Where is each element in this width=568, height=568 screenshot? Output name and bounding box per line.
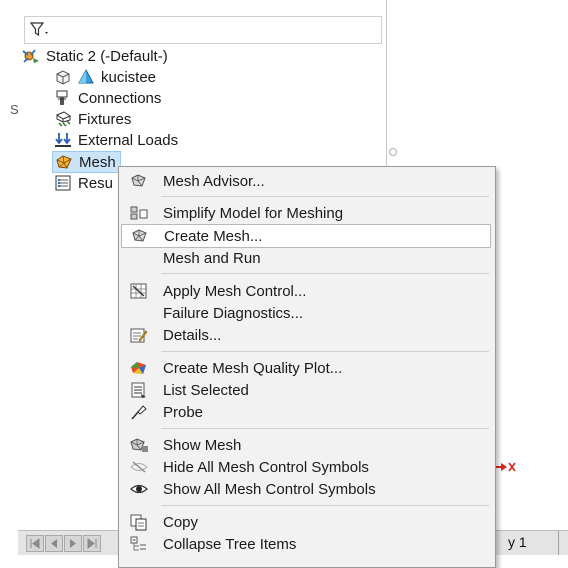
menu-separator [161, 273, 489, 274]
menu-item-label: Apply Mesh Control... [163, 282, 307, 300]
tree-root-study[interactable]: Static 2 (-Default-) [22, 46, 168, 66]
tree-item-external-loads[interactable]: External Loads [54, 130, 178, 150]
first-sheet-button[interactable] [26, 535, 44, 552]
menu-item-label: Details... [163, 326, 222, 344]
last-sheet-button[interactable] [83, 535, 101, 552]
mesh-icon [56, 155, 72, 169]
menu-item-show-symbols[interactable]: Show All Mesh Control Symbols [121, 478, 491, 500]
list-selected-icon [131, 382, 146, 398]
mesh-context-menu: Mesh Advisor... Simplify Model for Meshi… [118, 166, 496, 568]
next-sheet-button[interactable] [64, 535, 82, 552]
mesh-quality-plot-icon [131, 362, 146, 374]
tree-root-label: Static 2 (-Default-) [46, 47, 168, 65]
prev-icon [51, 539, 57, 548]
tree-item-label: External Loads [78, 131, 179, 149]
tree-filter-bar[interactable] [24, 16, 382, 44]
mesh-advisor-icon [131, 174, 146, 187]
menu-item-mesh-quality-plot[interactable]: Create Mesh Quality Plot... [121, 357, 491, 379]
tree-item-label: Mesh [79, 153, 116, 171]
collapse-tree-icon [130, 536, 146, 551]
tree-item-kucistee[interactable]: kucistee [54, 67, 156, 87]
show-mesh-icon [130, 438, 148, 452]
menu-separator [161, 505, 489, 506]
menu-item-label: Probe [163, 403, 204, 421]
study-icon [22, 49, 39, 63]
menu-item-failure-diagnostics[interactable]: Failure Diagnostics... [121, 302, 491, 324]
menu-item-label: Show Mesh [163, 436, 242, 454]
menu-item-label: Collapse Tree Items [163, 535, 297, 553]
apply-mesh-control-icon [130, 283, 147, 299]
part-body-icon [56, 70, 70, 85]
tree-item-label: Fixtures [78, 110, 132, 128]
tree-item-label: kucistee [101, 68, 157, 86]
tree-item-results[interactable]: Resu [54, 173, 113, 193]
menu-item-label: Create Mesh Quality Plot... [163, 359, 343, 377]
material-icon [78, 68, 94, 84]
tree-item-label: Resu [78, 174, 114, 192]
red-arrow-icon [493, 462, 516, 472]
menu-item-probe[interactable]: Probe [121, 401, 491, 423]
tree-item-connections[interactable]: Connections [54, 88, 161, 108]
menu-item-list-selected[interactable]: List Selected [121, 379, 491, 401]
status-separator [558, 531, 559, 555]
menu-item-hide-symbols[interactable]: Hide All Mesh Control Symbols [121, 456, 491, 478]
simplify-model-icon [130, 206, 148, 220]
prev-sheet-button[interactable] [45, 535, 63, 552]
details-icon [130, 328, 148, 343]
next-icon [70, 539, 76, 548]
menu-item-label: Create Mesh... [164, 227, 263, 245]
copy-icon [130, 514, 147, 531]
menu-item-copy[interactable]: Copy [121, 511, 491, 533]
results-icon [55, 175, 71, 191]
menu-item-label: Simplify Model for Meshing [163, 204, 344, 222]
sheet-tab-label[interactable]: y 1 [508, 534, 527, 550]
probe-icon [131, 405, 147, 420]
last-icon [87, 538, 97, 549]
tree-item-mesh[interactable]: Mesh [52, 151, 121, 173]
panel-splitter-handle[interactable] [389, 148, 397, 156]
menu-item-show-mesh[interactable]: Show Mesh [121, 434, 491, 456]
filter-icon[interactable] [29, 20, 51, 40]
menu-item-label: List Selected [163, 381, 249, 399]
external-loads-icon [55, 133, 71, 147]
menu-item-create-mesh[interactable]: Create Mesh... [121, 224, 491, 248]
create-mesh-icon [132, 229, 147, 242]
menu-item-mesh-advisor[interactable]: Mesh Advisor... [121, 170, 491, 192]
hide-symbols-icon [130, 461, 148, 473]
menu-item-label: Mesh and Run [163, 249, 261, 267]
menu-separator [161, 351, 489, 352]
tree-item-label: Connections [78, 89, 162, 107]
first-icon [30, 538, 40, 549]
menu-item-mesh-and-run[interactable]: Mesh and Run [121, 247, 491, 269]
connections-icon [56, 90, 68, 105]
fixtures-icon [55, 111, 72, 127]
menu-item-collapse-tree[interactable]: Collapse Tree Items [121, 533, 491, 555]
menu-item-label: Show All Mesh Control Symbols [163, 480, 376, 498]
menu-item-label: Hide All Mesh Control Symbols [163, 458, 369, 476]
panel-edge-letter: S [10, 102, 19, 117]
menu-item-label: Copy [163, 513, 199, 531]
show-symbols-icon [130, 484, 148, 494]
menu-separator [161, 196, 489, 197]
menu-item-label: Failure Diagnostics... [163, 304, 304, 322]
menu-separator [161, 428, 489, 429]
tree-item-fixtures[interactable]: Fixtures [54, 109, 131, 129]
menu-item-apply-mesh-control[interactable]: Apply Mesh Control... [121, 280, 491, 302]
menu-item-details[interactable]: Details... [121, 324, 491, 346]
menu-item-simplify-model[interactable]: Simplify Model for Meshing [121, 202, 491, 224]
menu-item-label: Mesh Advisor... [163, 172, 265, 190]
